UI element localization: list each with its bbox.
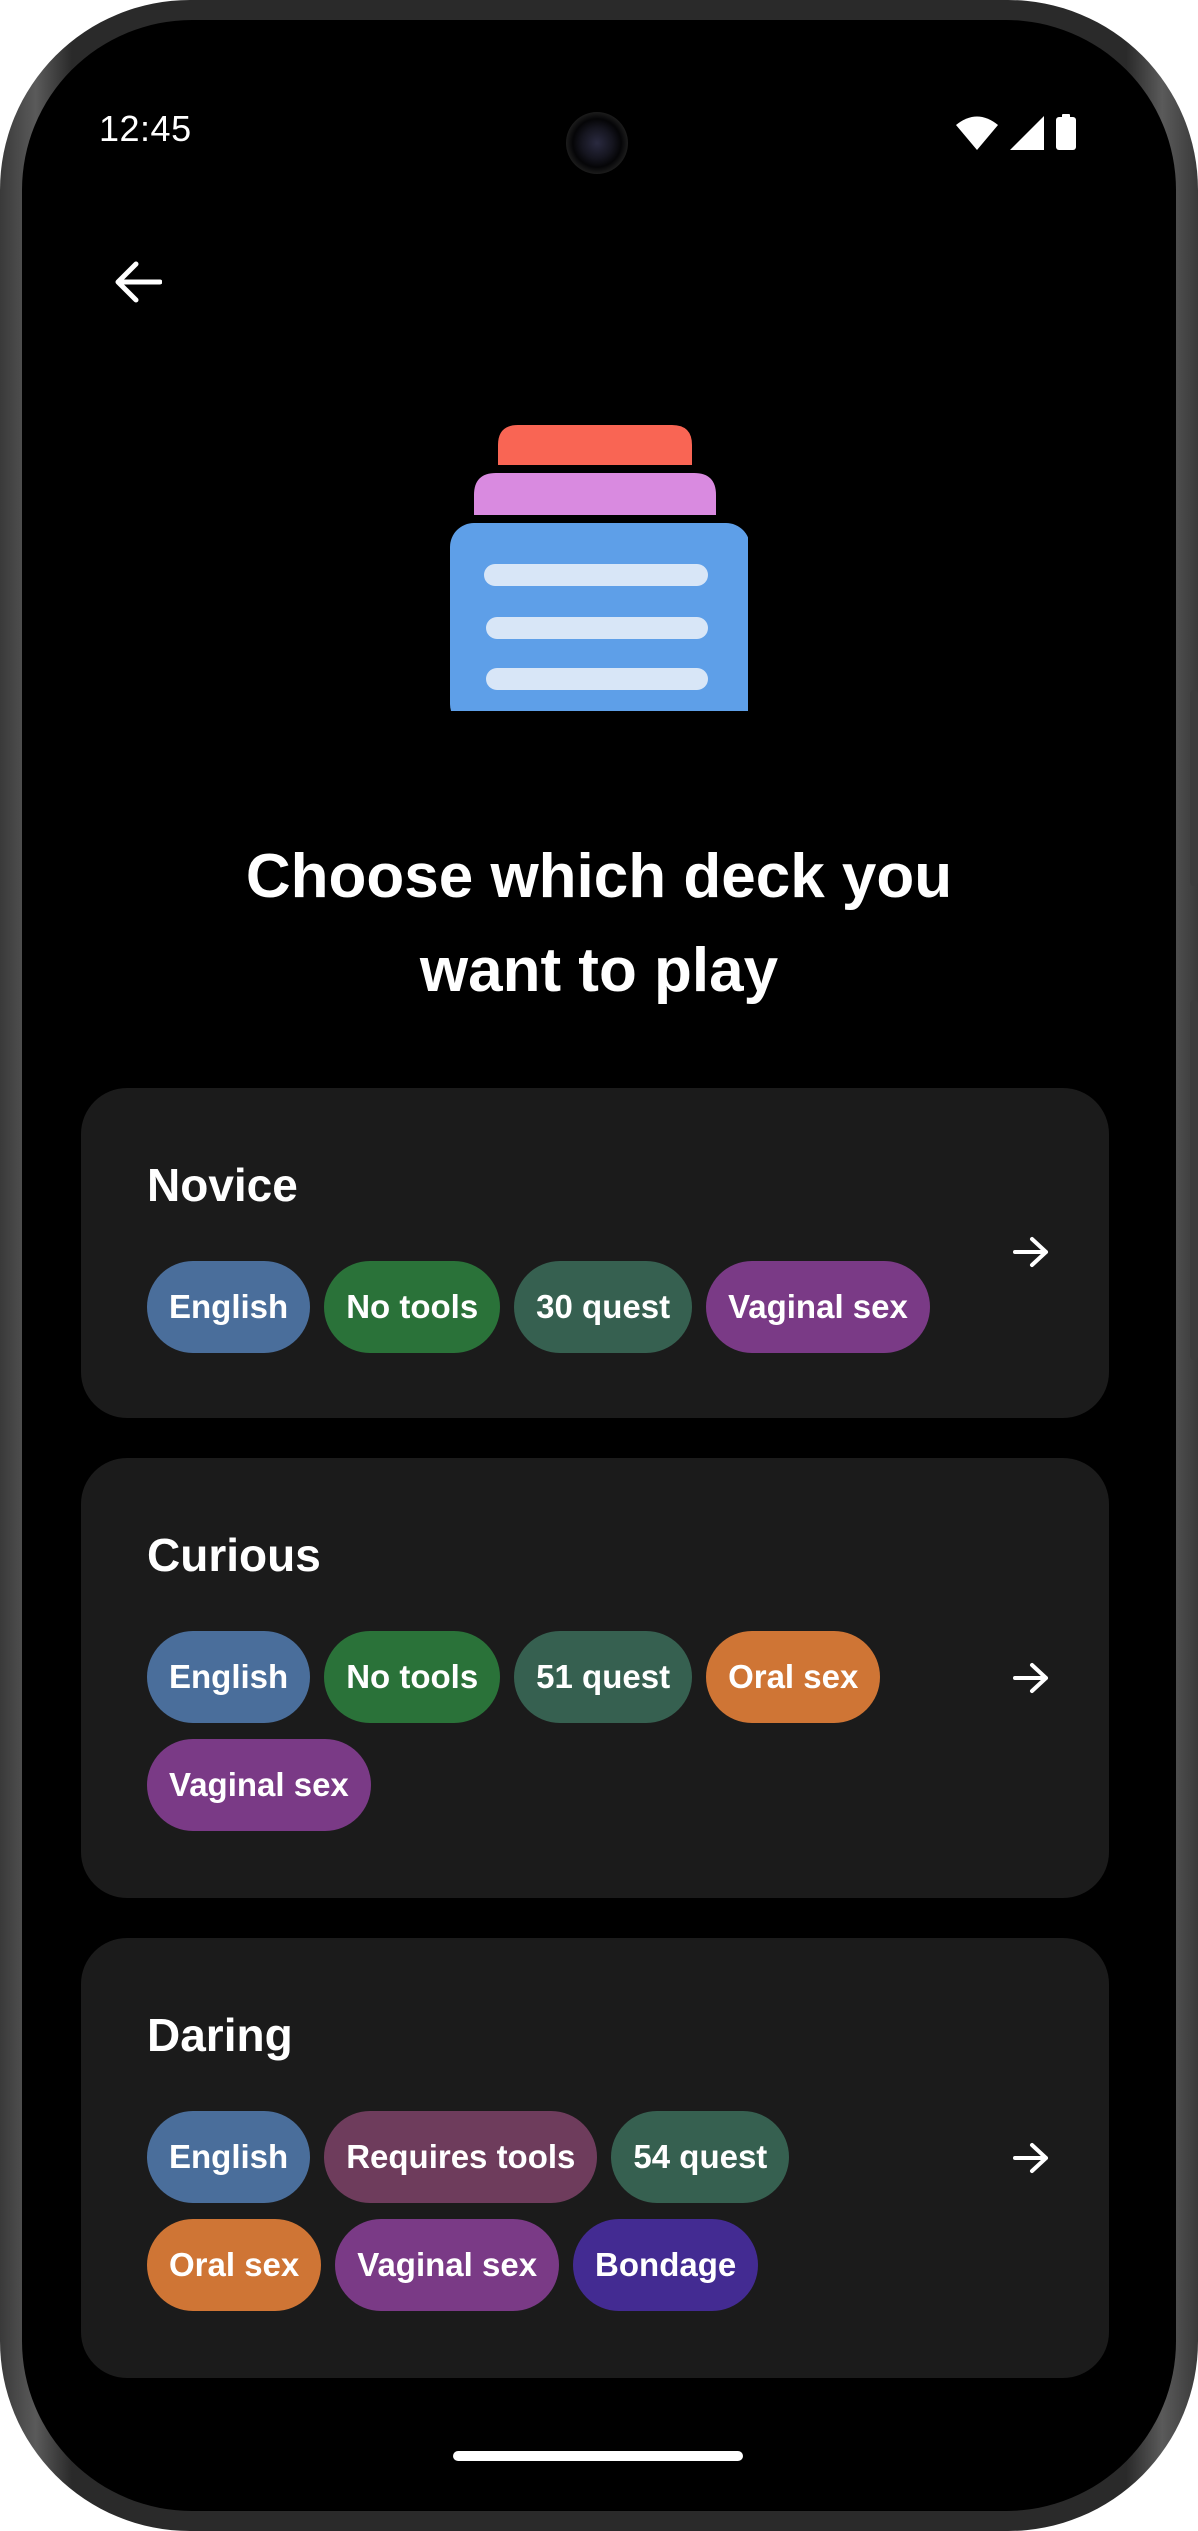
home-indicator[interactable] (453, 2451, 743, 2461)
arrow-left-icon (114, 261, 163, 308)
tag-question-count: 30 quest (514, 1261, 693, 1353)
deck-tags: English No tools 51 quest Oral sex Vagin… (147, 1631, 947, 1831)
page-title-line-2: want to play (419, 936, 779, 1005)
tag-language: English (147, 2111, 311, 2203)
deck-card-daring[interactable]: Daring English Requires tools 54 quest O… (81, 1938, 1109, 2378)
arrow-right-icon (1001, 2128, 1061, 2188)
tag-question-count: 51 quest (514, 1631, 693, 1723)
deck-tags: English No tools 30 quest Vaginal sex (147, 1261, 947, 1353)
deck-title: Daring (147, 2009, 293, 2061)
status-bar: 12:45 (22, 20, 1176, 174)
deck-card-novice[interactable]: Novice English No tools 30 quest Vaginal… (81, 1088, 1109, 1418)
deck-card-curious[interactable]: Curious English No tools 51 quest Oral s… (81, 1458, 1109, 1898)
app-screen: 12:45 Choose which deck you want to play… (22, 20, 1176, 2511)
card-deck-icon (442, 405, 750, 728)
tag-tools: Requires tools (324, 2111, 598, 2203)
wifi-icon (956, 116, 998, 155)
tag-language: English (147, 1261, 311, 1353)
tag-language: English (147, 1631, 311, 1723)
front-camera (566, 112, 628, 174)
arrow-right-icon (1001, 1648, 1061, 1708)
page-title: Choose which deck you want to play (82, 830, 1116, 1018)
tag-vaginal: Vaginal sex (147, 1739, 371, 1831)
cellular-signal-icon (1010, 116, 1044, 155)
status-icons (956, 114, 1076, 155)
arrow-right-icon (1001, 1222, 1061, 1282)
battery-icon (1056, 114, 1076, 155)
tag-tools: No tools (324, 1261, 501, 1353)
deck-title: Novice (147, 1159, 298, 1211)
volume-button (1190, 1000, 1198, 1360)
deck-tags: English Requires tools 54 quest Oral sex… (147, 2111, 947, 2311)
tag-bondage: Bondage (573, 2219, 759, 2311)
tag-vaginal: Vaginal sex (335, 2219, 560, 2311)
tag-oral: Oral sex (147, 2219, 322, 2311)
status-time: 12:45 (99, 108, 192, 149)
tag-tools: No tools (324, 1631, 501, 1723)
deck-title: Curious (147, 1529, 321, 1581)
phone-frame: 12:45 Choose which deck you want to play… (0, 0, 1198, 2531)
tag-question-count: 54 quest (611, 2111, 790, 2203)
power-button (1190, 690, 1198, 886)
page-title-line-1: Choose which deck you (245, 842, 953, 911)
tag-oral: Oral sex (706, 1631, 881, 1723)
back-button[interactable] (102, 248, 174, 320)
tag-vaginal: Vaginal sex (706, 1261, 930, 1353)
